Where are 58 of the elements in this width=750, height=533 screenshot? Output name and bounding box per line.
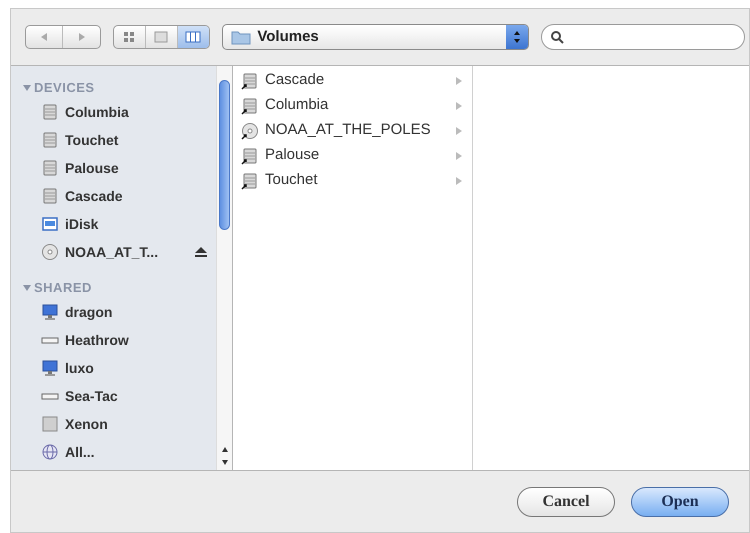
sidebar-item[interactable]: Sea-Tac bbox=[65, 386, 208, 406]
stepper-icon bbox=[506, 25, 528, 49]
sidebar-item[interactable]: iDisk bbox=[65, 214, 208, 234]
drive-icon bbox=[41, 187, 59, 205]
scroll-thumb[interactable] bbox=[219, 80, 230, 230]
dialog-button[interactable]: Cancel bbox=[517, 486, 615, 516]
column-item[interactable]: Columbia bbox=[233, 93, 472, 118]
sidebar-item[interactable]: Cascade bbox=[65, 186, 208, 206]
drive-icon bbox=[41, 159, 59, 177]
drive-icon bbox=[41, 131, 59, 149]
drive-icon bbox=[241, 146, 259, 164]
disclosure-triangle-icon[interactable] bbox=[23, 284, 31, 292]
monitor-icon bbox=[41, 303, 59, 321]
globe-icon bbox=[41, 443, 59, 461]
sidebar-item[interactable]: NOAA_AT_T... bbox=[65, 242, 188, 262]
drive-icon bbox=[41, 103, 59, 121]
list-icon bbox=[153, 31, 170, 43]
location-dropdown[interactable]: Volumes bbox=[222, 24, 529, 50]
chevron-icon bbox=[456, 102, 462, 110]
sidebar-item[interactable]: Heathrow bbox=[65, 330, 208, 350]
sidebar-item[interactable]: Palouse bbox=[65, 158, 208, 178]
sidebar-item[interactable]: luxo bbox=[65, 358, 208, 378]
volume-icon bbox=[41, 415, 59, 433]
sidebar-item[interactable]: All... bbox=[65, 442, 208, 462]
column-item[interactable]: Cascade bbox=[233, 68, 472, 93]
column-item[interactable]: Touchet bbox=[233, 168, 472, 193]
section-header: SHARED bbox=[34, 279, 92, 298]
drive-icon bbox=[241, 96, 259, 114]
server-icon bbox=[41, 392, 59, 400]
search-field[interactable] bbox=[541, 24, 745, 50]
chevron-icon bbox=[456, 152, 462, 160]
sidebar-item[interactable]: dragon bbox=[65, 302, 208, 322]
column-item[interactable]: Palouse bbox=[233, 143, 472, 168]
monitor-icon bbox=[41, 359, 59, 377]
eject-icon[interactable] bbox=[194, 246, 208, 258]
chevron-icon bbox=[456, 176, 462, 184]
column-item[interactable]: NOAA_AT_THE_POLES bbox=[233, 118, 472, 143]
sidebar-item[interactable]: Xenon bbox=[65, 414, 208, 434]
sidebar-item[interactable]: Columbia bbox=[65, 102, 208, 122]
search-icon bbox=[550, 30, 564, 44]
columns-icon bbox=[185, 31, 202, 43]
disc-icon bbox=[241, 122, 259, 140]
folder-icon bbox=[231, 29, 252, 45]
sidebar-item[interactable]: Touchet bbox=[65, 130, 208, 150]
server-icon bbox=[41, 336, 59, 344]
chevron-icon bbox=[456, 76, 462, 84]
view-mode-button[interactable] bbox=[178, 26, 210, 48]
display-icon bbox=[41, 215, 59, 233]
dialog-button[interactable]: Open bbox=[631, 486, 729, 516]
drive-icon bbox=[241, 172, 259, 190]
drive-icon bbox=[241, 72, 259, 90]
forward-arrow-icon bbox=[76, 32, 86, 42]
scrollbar[interactable] bbox=[216, 66, 232, 470]
section-header: DEVICES bbox=[34, 79, 95, 98]
back-arrow-icon bbox=[39, 32, 49, 42]
disclosure-triangle-icon[interactable] bbox=[23, 84, 31, 92]
chevron-icon bbox=[456, 126, 462, 134]
disc-icon bbox=[41, 243, 59, 261]
